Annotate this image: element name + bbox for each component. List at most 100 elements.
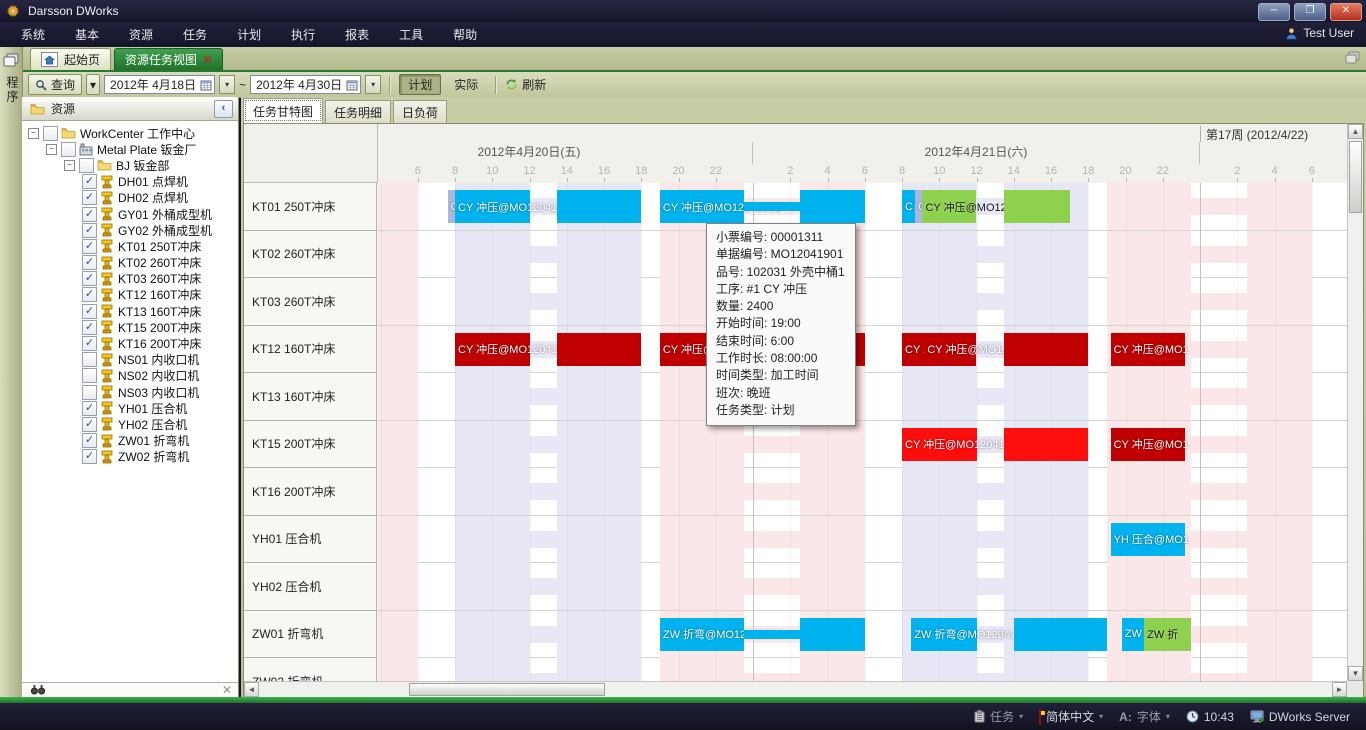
gantt-bar[interactable]: C xyxy=(915,190,922,223)
status-item-任务[interactable]: 任务▾ xyxy=(966,708,1031,725)
tree-checkbox[interactable]: ✓ xyxy=(82,336,97,351)
menu-item-帮助[interactable]: 帮助 xyxy=(438,22,492,47)
tree-item-NS01[interactable]: NS01 内收口机 xyxy=(22,352,238,368)
tree-checkbox[interactable]: ✓ xyxy=(82,239,97,254)
menu-item-报表[interactable]: 报表 xyxy=(330,22,384,47)
restore-button[interactable]: ❐ xyxy=(1294,3,1326,21)
gantt-tab-任务甘特图[interactable]: 任务甘特图 xyxy=(243,98,323,123)
gantt-tab-任务明细[interactable]: 任务明细 xyxy=(325,100,391,123)
gantt-bar[interactable]: ZW 折弯@MO12041901 xyxy=(911,618,976,651)
tree-checkbox[interactable]: ✓ xyxy=(82,207,97,222)
tree-checkbox[interactable]: ✓ xyxy=(82,271,97,286)
chevron-down-icon[interactable]: ▾ xyxy=(1019,712,1023,721)
gantt-bar[interactable]: CY 冲压@MO1 xyxy=(1111,333,1186,366)
plan-toggle[interactable]: 计划 xyxy=(399,74,441,95)
scroll-left-button[interactable]: ◄ xyxy=(244,682,259,697)
tree-item-GY01[interactable]: ✓GY01 外桶成型机 xyxy=(22,206,238,222)
vertical-scrollbar[interactable]: ▲ ▼ xyxy=(1347,124,1363,681)
tree-checkbox[interactable] xyxy=(79,158,94,173)
tree-item-KT03[interactable]: ✓KT03 260T冲床 xyxy=(22,271,238,287)
tree-checkbox[interactable] xyxy=(82,368,97,383)
tree-checkbox[interactable]: ✓ xyxy=(82,174,97,189)
tree-item-KT12[interactable]: ✓KT12 160T冲床 xyxy=(22,287,238,303)
tree-item-KT13[interactable]: ✓KT13 160T冲床 xyxy=(22,303,238,319)
tree-item-YH02[interactable]: ✓YH02 压合机 xyxy=(22,416,238,432)
tree-checkbox[interactable]: ✓ xyxy=(82,304,97,319)
query-button[interactable]: 查询 xyxy=(28,74,82,95)
tree-checkbox[interactable]: ✓ xyxy=(82,320,97,335)
query-dropdown-arrow[interactable]: ▾ xyxy=(86,74,100,95)
tree-item-NS02[interactable]: NS02 内收口机 xyxy=(22,368,238,384)
tree-item-NS03[interactable]: NS03 内收口机 xyxy=(22,384,238,400)
gantt-bar[interactable]: ZW xyxy=(1122,618,1144,651)
tree-checkbox[interactable]: ✓ xyxy=(82,449,97,464)
tree-item-Metal[interactable]: −Metal Plate 钣金厂 xyxy=(22,141,238,157)
tree-expander-icon[interactable]: − xyxy=(28,128,39,139)
scroll-down-button[interactable]: ▼ xyxy=(1348,666,1363,681)
tree-item-YH01[interactable]: ✓YH01 压合机 xyxy=(22,400,238,416)
tab-home[interactable]: 起始页 xyxy=(30,48,111,70)
scroll-right-button[interactable]: ► xyxy=(1332,682,1347,697)
gantt-bar[interactable] xyxy=(744,202,800,211)
chevron-down-icon[interactable]: ▾ xyxy=(1166,712,1170,721)
chevron-down-icon[interactable]: ▾ xyxy=(1099,712,1103,721)
tab-resource-task-view[interactable]: 资源任务视图 ✕ xyxy=(114,48,223,70)
gantt-bar[interactable] xyxy=(557,333,641,366)
gantt-bar[interactable] xyxy=(800,618,865,651)
tree-item-DH02[interactable]: ✓DH02 点焊机 xyxy=(22,190,238,206)
date-to-field[interactable]: 2012年 4月30日 xyxy=(250,75,361,94)
tree-checkbox[interactable] xyxy=(82,385,97,400)
collapsed-panel-strip[interactable]: 程序 xyxy=(0,47,23,697)
actual-toggle[interactable]: 实际 xyxy=(445,74,487,95)
gantt-bar[interactable] xyxy=(1004,333,1088,366)
tree-checkbox[interactable] xyxy=(82,352,97,367)
gantt-bar[interactable] xyxy=(1004,190,1069,223)
tab-close-icon[interactable]: ✕ xyxy=(203,53,212,66)
tree-item-KT02[interactable]: ✓KT02 260T冲床 xyxy=(22,255,238,271)
tree-checkbox[interactable]: ✓ xyxy=(82,417,97,432)
scroll-up-button[interactable]: ▲ xyxy=(1348,124,1363,139)
tree-item-WorkCenter[interactable]: −WorkCenter 工作中心 xyxy=(22,125,238,141)
tree-item-ZW02[interactable]: ✓ZW02 折弯机 xyxy=(22,449,238,465)
menu-item-工具[interactable]: 工具 xyxy=(384,22,438,47)
tree-expander-icon[interactable]: − xyxy=(46,144,57,155)
gantt-bar[interactable]: ZW 折弯@MO12041901 xyxy=(660,618,744,651)
gantt-bar[interactable] xyxy=(800,190,865,223)
tree-expander-icon[interactable]: − xyxy=(64,160,75,171)
tree-checkbox[interactable]: ✓ xyxy=(82,401,97,416)
tree-checkbox[interactable] xyxy=(43,126,58,141)
menu-item-执行[interactable]: 执行 xyxy=(276,22,330,47)
gantt-bar[interactable]: CY 冲压@MO12041901 xyxy=(660,190,744,223)
date-from-dropdown[interactable]: ▾ xyxy=(219,75,235,94)
date-to-dropdown[interactable]: ▾ xyxy=(365,75,381,94)
tree-checkbox[interactable]: ✓ xyxy=(82,190,97,205)
tree-item-DH01[interactable]: ✓DH01 点焊机 xyxy=(22,174,238,190)
gantt-bar[interactable]: C xyxy=(902,190,915,223)
close-button[interactable]: ✕ xyxy=(1330,3,1362,21)
status-item-字体[interactable]: A:字体▾ xyxy=(1111,708,1178,725)
gantt-bar[interactable]: CY 冲压@MO12041903 xyxy=(902,428,977,461)
vertical-scroll-thumb[interactable] xyxy=(1349,141,1362,213)
tree-checkbox[interactable]: ✓ xyxy=(82,287,97,302)
gantt-bar[interactable]: C xyxy=(448,190,455,223)
menu-item-基本[interactable]: 基本 xyxy=(60,22,114,47)
menu-item-任务[interactable]: 任务 xyxy=(168,22,222,47)
status-item-简体中文[interactable]: 简体中文▾ xyxy=(1031,708,1111,725)
tree-checkbox[interactable] xyxy=(61,142,76,157)
tree-checkbox[interactable]: ✓ xyxy=(82,255,97,270)
collapse-panel-button[interactable]: ‹ xyxy=(214,100,233,118)
menu-item-计划[interactable]: 计划 xyxy=(222,22,276,47)
gantt-bar[interactable] xyxy=(1014,618,1107,651)
gantt-bar[interactable]: ZW 折 xyxy=(1144,618,1191,651)
refresh-button[interactable]: 刷新 xyxy=(505,76,546,93)
date-from-field[interactable]: 2012年 4月18日 xyxy=(104,75,215,94)
clear-filter-icon[interactable]: ✕ xyxy=(222,683,232,697)
horizontal-scrollbar[interactable]: ◄ ► xyxy=(244,681,1347,697)
gantt-bar[interactable]: CY 冲压@MO12041901 xyxy=(455,190,530,223)
tree-item-KT15[interactable]: ✓KT15 200T冲床 xyxy=(22,319,238,335)
tree-checkbox[interactable]: ✓ xyxy=(82,433,97,448)
tree-item-KT16[interactable]: ✓KT16 200T冲床 xyxy=(22,335,238,351)
menu-item-资源[interactable]: 资源 xyxy=(114,22,168,47)
gantt-bar[interactable]: CY 冲 xyxy=(902,333,924,366)
find-icon[interactable] xyxy=(31,684,45,695)
